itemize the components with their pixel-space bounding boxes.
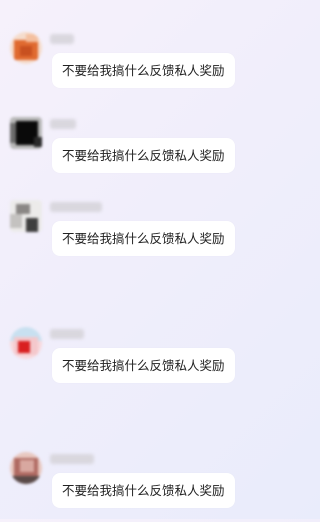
sender-name xyxy=(50,119,76,129)
avatar-pixel xyxy=(26,218,38,232)
avatar-pixel xyxy=(20,46,32,56)
avatar[interactable] xyxy=(10,200,42,232)
chat-message-list: 不要给我搞什么反馈私人奖励 不要给我搞什么反馈私人奖励 不要给我搞什么反馈私人奖… xyxy=(0,0,302,519)
avatar[interactable] xyxy=(10,117,42,149)
chat-message: 不要给我搞什么反馈私人奖励 xyxy=(10,327,300,397)
avatar-pixel xyxy=(26,34,38,42)
sender-name xyxy=(50,454,94,464)
message-bubble[interactable]: 不要给我搞什么反馈私人奖励 xyxy=(52,348,235,383)
message-bubble[interactable]: 不要给我搞什么反馈私人奖励 xyxy=(52,53,235,88)
avatar-pixel xyxy=(20,460,34,472)
sender-name xyxy=(50,202,102,212)
avatar-pixel xyxy=(18,341,30,353)
avatar[interactable] xyxy=(10,32,42,64)
chat-message: 不要给我搞什么反馈私人奖励 xyxy=(10,117,300,187)
chat-message: 不要给我搞什么反馈私人奖励 xyxy=(10,32,300,102)
sender-name xyxy=(50,34,74,44)
avatar-pixel xyxy=(16,204,30,214)
avatar[interactable] xyxy=(10,327,42,359)
sender-name xyxy=(50,329,84,339)
avatar-pixel xyxy=(34,137,42,147)
avatar-pixel xyxy=(10,214,22,228)
chat-message: 不要给我搞什么反馈私人奖励 xyxy=(10,452,300,522)
avatar-pixel xyxy=(10,476,42,484)
message-bubble[interactable]: 不要给我搞什么反馈私人奖励 xyxy=(52,221,235,256)
avatar[interactable] xyxy=(10,452,42,484)
message-bubble[interactable]: 不要给我搞什么反馈私人奖励 xyxy=(52,138,235,173)
chat-message: 不要给我搞什么反馈私人奖励 xyxy=(10,200,300,270)
message-bubble[interactable]: 不要给我搞什么反馈私人奖励 xyxy=(52,473,235,508)
